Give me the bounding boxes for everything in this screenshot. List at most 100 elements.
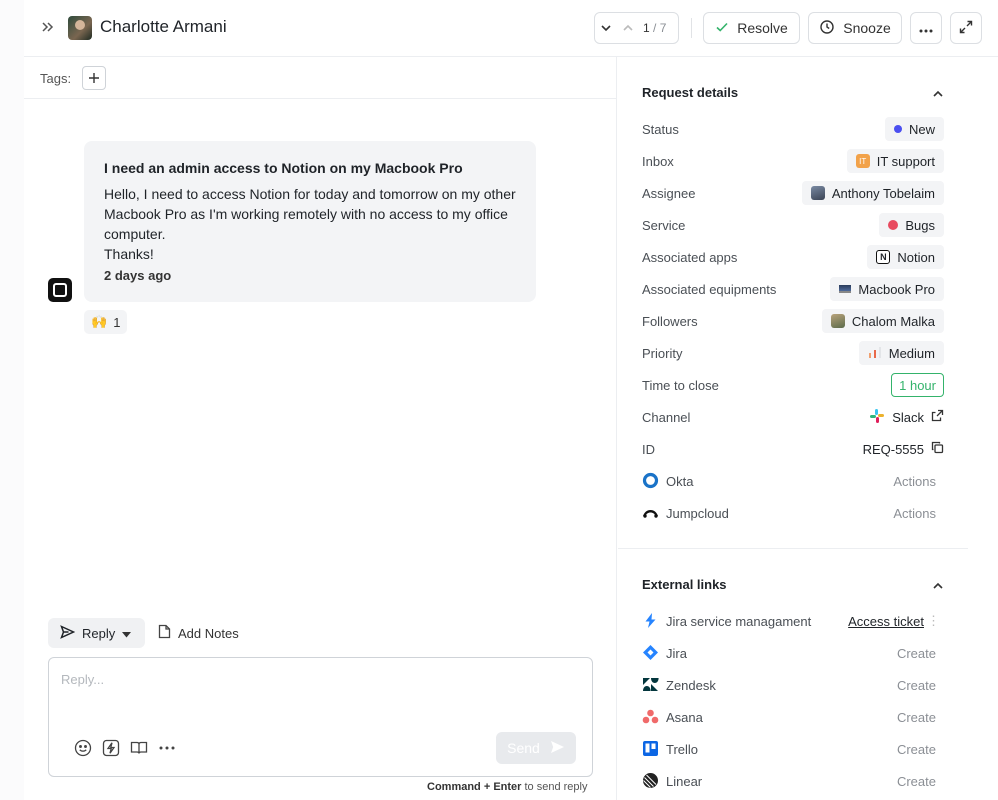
detail-row-service: Service Bugs: [642, 213, 944, 237]
header-divider: [691, 18, 692, 38]
service-chip[interactable]: Bugs: [879, 213, 944, 237]
snooze-button[interactable]: Snooze: [808, 12, 902, 44]
ticket-position: 1 / 7: [643, 21, 667, 35]
details-sidebar: Request details Status New Inbox IT IT s…: [618, 57, 968, 800]
priority-chip[interactable]: Medium: [858, 341, 944, 365]
ellipsis-icon: [919, 20, 933, 36]
trello-create-button[interactable]: Create: [897, 742, 936, 757]
message-bubble: I need an admin access to Notion on my M…: [84, 141, 536, 302]
more-tools-icon[interactable]: [156, 737, 178, 759]
detail-row-status: Status New: [642, 117, 944, 141]
reaction-badge[interactable]: 🙌 1: [84, 310, 128, 334]
detail-row-inbox: Inbox IT IT support: [642, 149, 944, 173]
more-options-button[interactable]: [910, 12, 942, 44]
note-icon: [158, 624, 171, 642]
detail-row-time-to-close: Time to close 1 hour: [642, 373, 944, 397]
resolve-button[interactable]: Resolve: [703, 12, 800, 44]
ticket-header: Charlotte Armani 1 / 7 Resolve Snooze: [24, 0, 998, 57]
detail-row-assignee: Assignee Anthony Tobelaim: [642, 181, 944, 205]
detail-row-channel: Channel Slack: [642, 405, 944, 429]
requester-name: Charlotte Armani: [100, 17, 227, 36]
jumpcloud-actions-button[interactable]: Actions: [893, 506, 936, 521]
detail-row-equipments: Associated equipments Macbook Pro: [642, 277, 944, 301]
asana-create-button[interactable]: Create: [897, 710, 936, 725]
tags-label: Tags:: [40, 71, 72, 86]
jira-create-button[interactable]: Create: [897, 646, 936, 661]
detail-row-id: ID REQ-5555: [642, 437, 944, 461]
reply-input[interactable]: [61, 672, 561, 702]
link-asana: Asana Create: [642, 705, 944, 729]
send-button[interactable]: Send: [496, 732, 576, 764]
expand-button[interactable]: [950, 12, 982, 44]
channel-chip[interactable]: Slack: [860, 405, 944, 429]
status-chip[interactable]: New: [884, 117, 944, 141]
access-ticket-link[interactable]: Access ticket: [848, 614, 924, 629]
inbox-badge-icon: IT: [855, 154, 870, 168]
chevron-up-icon[interactable]: [932, 87, 944, 99]
integration-jumpcloud: Jumpcloud Actions: [642, 501, 944, 525]
caret-down-icon: [122, 626, 132, 641]
linear-icon: [642, 772, 659, 789]
app-chip[interactable]: N Notion: [867, 245, 944, 269]
tags-row: Tags:: [24, 57, 617, 99]
ticket-pagination: 1 / 7: [594, 12, 679, 44]
detail-row-apps: Associated apps N Notion: [642, 245, 944, 269]
link-linear: Linear Create: [642, 769, 944, 793]
zendesk-icon: [642, 676, 659, 693]
emoji-icon[interactable]: [72, 737, 94, 759]
conversation-pane: Tags: I need an admin access to Notion o…: [24, 57, 617, 800]
ticket-view: Charlotte Armani 1 / 7 Resolve Snooze Ta…: [24, 0, 998, 800]
reply-composer: Send: [48, 657, 593, 777]
id-value: REQ-5555: [854, 437, 944, 461]
external-links-title: External links: [642, 577, 727, 592]
link-jira-service-management: Jira service managament Access ticket ⋮: [642, 609, 944, 633]
link-jira: Jira Create: [642, 641, 944, 665]
reply-tab[interactable]: Reply: [48, 618, 145, 648]
trello-icon: [642, 740, 659, 757]
jumpcloud-icon: [642, 504, 659, 521]
priority-bars-icon: [868, 346, 882, 361]
follower-chip[interactable]: Chalom Malka: [821, 309, 944, 333]
link-zendesk: Zendesk Create: [642, 673, 944, 697]
double-chevron-right-icon[interactable]: [38, 17, 58, 37]
bug-dot-icon: [888, 220, 899, 230]
check-icon: [715, 20, 729, 37]
equipment-chip[interactable]: Macbook Pro: [830, 277, 944, 301]
send-arrow-icon: [550, 740, 565, 757]
laptop-icon: [839, 285, 852, 293]
knowledge-book-icon[interactable]: [128, 737, 150, 759]
section-divider: [618, 548, 968, 549]
chevron-up-icon[interactable]: [617, 13, 639, 43]
assignee-chip[interactable]: Anthony Tobelaim: [801, 181, 944, 205]
inbox-chip[interactable]: IT IT support: [846, 149, 944, 173]
raised-hands-emoji: 🙌: [91, 314, 108, 329]
okta-actions-button[interactable]: Actions: [893, 474, 936, 489]
reaction-count: 1: [113, 314, 121, 330]
lightning-macro-icon[interactable]: [100, 737, 122, 759]
asana-icon: [642, 708, 659, 725]
request-details-title: Request details: [642, 85, 739, 100]
send-arrow-icon: [60, 624, 76, 642]
status-dot-icon: [893, 125, 902, 133]
requester-avatar: [68, 16, 92, 40]
message-title: I need an admin access to Notion on my M…: [104, 160, 463, 176]
add-tag-button[interactable]: [82, 66, 106, 90]
add-notes-tab[interactable]: Add Notes: [158, 618, 239, 648]
time-to-close-badge: 1 hour: [891, 373, 944, 397]
detail-row-priority: Priority Medium: [642, 341, 944, 365]
zendesk-create-button[interactable]: Create: [897, 678, 936, 693]
linear-create-button[interactable]: Create: [897, 774, 936, 789]
clock-snooze-icon: [819, 19, 835, 38]
slack-icon: [869, 408, 885, 427]
external-link-icon[interactable]: [931, 409, 944, 425]
jira-icon: [642, 644, 659, 661]
kebab-menu-icon[interactable]: ⋮: [927, 613, 940, 629]
chevron-down-icon[interactable]: [595, 13, 617, 43]
integration-okta: Okta Actions: [642, 469, 944, 493]
copy-icon[interactable]: [931, 441, 944, 457]
jira-service-management-icon: [642, 612, 659, 629]
message-body: Hello, I need to access Notion for today…: [104, 186, 516, 262]
detail-row-followers: Followers Chalom Malka: [642, 309, 944, 333]
link-trello: Trello Create: [642, 737, 944, 761]
chevron-up-icon[interactable]: [932, 579, 944, 591]
